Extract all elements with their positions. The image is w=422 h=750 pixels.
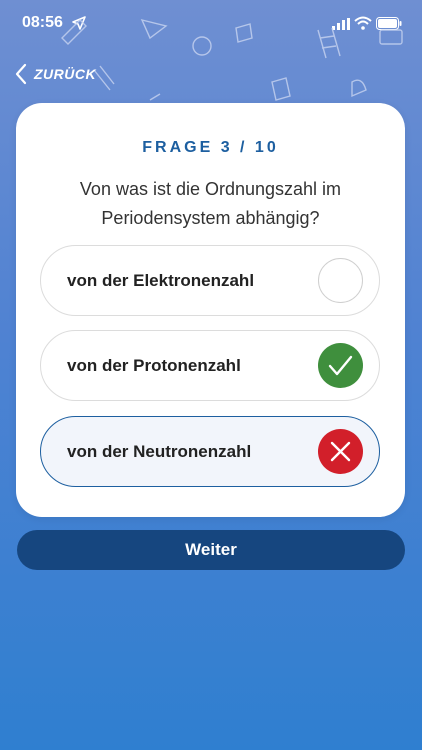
chevron-left-icon <box>15 63 27 85</box>
radio-empty-icon <box>318 258 363 303</box>
checkmark-icon <box>318 343 363 388</box>
question-card: FRAGE 3 / 10 Von was ist die Ordnungszah… <box>16 103 405 517</box>
back-button[interactable]: ZURÜCK <box>14 60 96 88</box>
answer-label: von der Neutronenzahl <box>67 441 252 461</box>
question-counter: FRAGE 3 / 10 <box>142 139 279 156</box>
answer-option-3[interactable]: von der Neutronenzahl <box>40 416 380 487</box>
cross-icon <box>318 429 363 474</box>
next-button[interactable]: Weiter <box>17 530 405 570</box>
question-text: Von was ist die Ordnungszahl im Perioden… <box>79 179 342 228</box>
answer-option-1[interactable]: von der Elektronenzahl <box>40 245 380 316</box>
back-label: ZURÜCK <box>34 66 97 82</box>
answer-label: von der Protonenzahl <box>67 355 241 375</box>
answer-option-2[interactable]: von der Protonenzahl <box>40 330 380 401</box>
answer-label: von der Elektronenzahl <box>67 270 255 290</box>
